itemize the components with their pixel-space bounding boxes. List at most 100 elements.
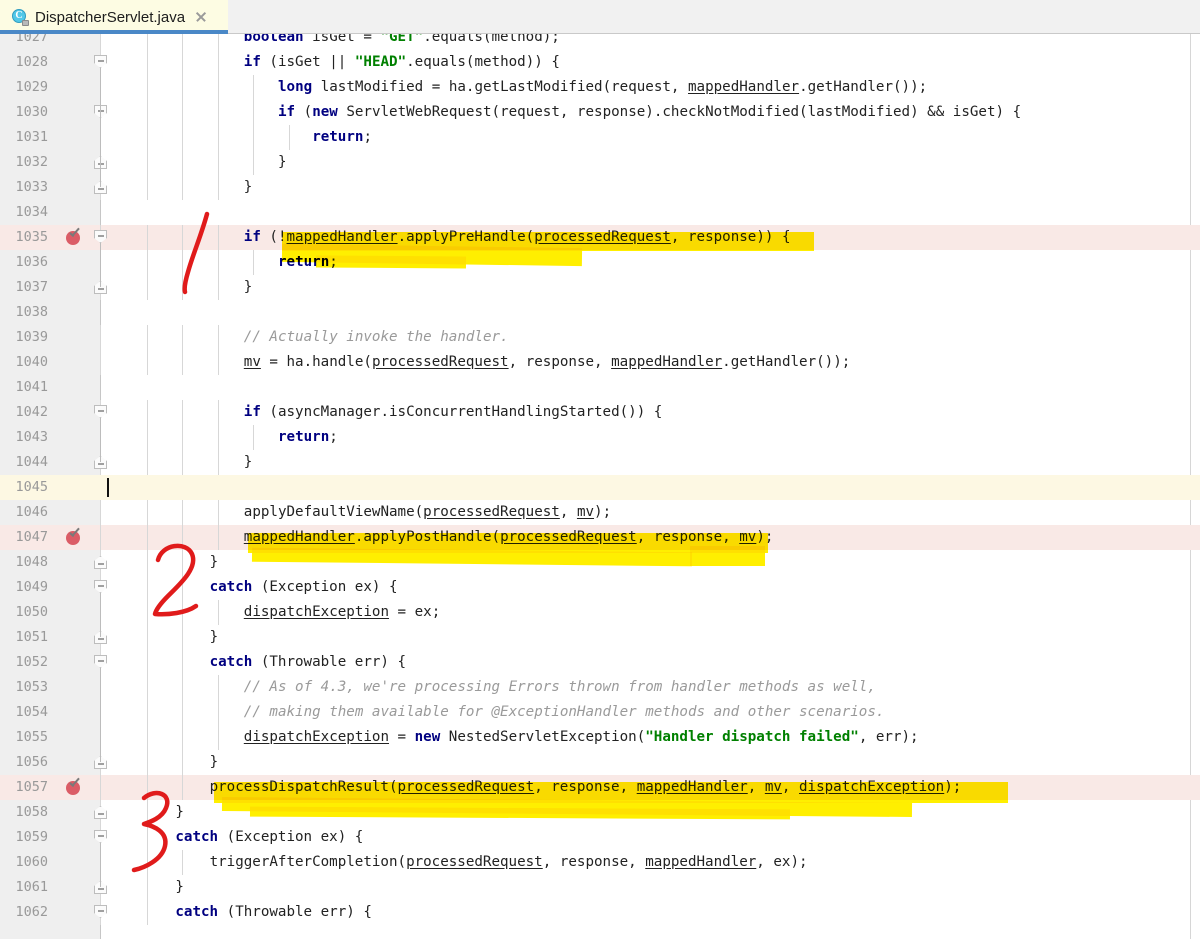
breakpoint-icon[interactable]: [66, 230, 81, 245]
close-icon[interactable]: [194, 10, 208, 24]
breakpoint-icon[interactable]: [66, 530, 81, 545]
indent-guide: [147, 625, 148, 650]
code-line[interactable]: 1028 if (isGet || "HEAD".equals(method)) …: [0, 50, 1200, 75]
code-text[interactable]: catch (Exception ex) {: [210, 575, 398, 600]
code-line[interactable]: 1046 applyDefaultViewName(processedReques…: [0, 500, 1200, 525]
indent-guide: [182, 550, 183, 575]
code-line[interactable]: 1047 mappedHandler.applyPostHandle(proces…: [0, 525, 1200, 550]
code-text[interactable]: if (new ServletWebRequest(request, respo…: [278, 100, 1021, 125]
code-text[interactable]: dispatchException = ex;: [244, 600, 440, 625]
code-token-fld: processedRequest: [371, 354, 509, 370]
code-text[interactable]: mappedHandler.applyPostHandle(processedR…: [244, 525, 774, 550]
code-line[interactable]: 1031 return;: [0, 125, 1200, 150]
code-line[interactable]: 1062 catch (Throwable err) {: [0, 900, 1200, 925]
code-line[interactable]: 1039 // Actually invoke the handler.: [0, 325, 1200, 350]
fold-region-start-icon[interactable]: [94, 655, 107, 669]
code-text[interactable]: catch (Throwable err) {: [210, 650, 406, 675]
fold-region-connector: [100, 418, 101, 462]
tab-dispatcherservlet-java[interactable]: C DispatcherServlet.java: [0, 0, 228, 34]
code-line[interactable]: 1041: [0, 375, 1200, 400]
code-line[interactable]: 1053 // As of 4.3, we're processing Error…: [0, 675, 1200, 700]
line-number: 1042: [15, 404, 48, 420]
code-line[interactable]: 1056}: [0, 750, 1200, 775]
code-text[interactable]: if (asyncManager.isConcurrentHandlingSta…: [244, 400, 663, 425]
code-line[interactable]: 1027 boolean isGet = "GET".equals(method)…: [0, 34, 1200, 50]
code-line[interactable]: 1057 processDispatchResult(processedReque…: [0, 775, 1200, 800]
code-line[interactable]: 1059 catch (Exception ex) {: [0, 825, 1200, 850]
code-text[interactable]: processDispatchResult(processedRequest, …: [210, 775, 962, 800]
indent-guide: [147, 125, 148, 150]
code-token-fld: processedRequest: [397, 779, 535, 795]
code-line[interactable]: 1035 if (!mappedHandler.applyPreHandle(pr…: [0, 225, 1200, 250]
code-text[interactable]: }: [210, 750, 219, 775]
code-line[interactable]: 1054 // making them available for @Except…: [0, 700, 1200, 725]
code-line[interactable]: 1049 catch (Exception ex) {: [0, 575, 1200, 600]
code-editor[interactable]: 1027 boolean isGet = "GET".equals(method)…: [0, 34, 1200, 939]
fold-region-start-icon[interactable]: [94, 55, 107, 69]
code-text[interactable]: triggerAfterCompletion(processedRequest,…: [210, 850, 808, 875]
fold-region-start-icon[interactable]: [94, 230, 107, 244]
fold-region-connector: [100, 593, 101, 637]
code-line[interactable]: 1055 dispatchException = new NestedServle…: [0, 725, 1200, 750]
code-line[interactable]: 1052 catch (Throwable err) {: [0, 650, 1200, 675]
code-token-plain: applyDefaultViewName(: [243, 504, 424, 520]
code-text[interactable]: // making them available for @ExceptionH…: [244, 700, 885, 725]
code-text[interactable]: long lastModified = ha.getLastModified(r…: [278, 75, 927, 100]
line-number: 1030: [15, 104, 48, 120]
fold-region-start-icon[interactable]: [94, 830, 107, 844]
code-line[interactable]: 1030 if (new ServletWebRequest(request, r…: [0, 100, 1200, 125]
code-line[interactable]: 1036 return;: [0, 250, 1200, 275]
code-line[interactable]: 1033}: [0, 175, 1200, 200]
code-line[interactable]: 1040 mv = ha.handle(processedRequest, res…: [0, 350, 1200, 375]
code-text[interactable]: }: [175, 875, 184, 900]
code-token-kw: new: [414, 729, 441, 745]
code-line[interactable]: 1061}: [0, 875, 1200, 900]
code-text[interactable]: boolean isGet = "GET".equals(method);: [244, 34, 560, 50]
code-line[interactable]: 1060 triggerAfterCompletion(processedRequ…: [0, 850, 1200, 875]
code-line[interactable]: 1029 long lastModified = ha.getLastModifi…: [0, 75, 1200, 100]
code-text[interactable]: }: [244, 450, 253, 475]
code-line[interactable]: 1034: [0, 200, 1200, 225]
indent-guide: [253, 100, 254, 125]
line-number: 1046: [15, 504, 48, 520]
code-line[interactable]: 1051}: [0, 625, 1200, 650]
code-text[interactable]: if (isGet || "HEAD".equals(method)) {: [244, 50, 560, 75]
code-line[interactable]: 1048}: [0, 550, 1200, 575]
code-text[interactable]: if (!mappedHandler.applyPreHandle(proces…: [244, 225, 791, 250]
code-text[interactable]: return;: [278, 250, 338, 275]
code-text[interactable]: }: [210, 550, 219, 575]
indent-guide: [218, 725, 219, 750]
fold-region-start-icon[interactable]: [94, 580, 107, 594]
code-line[interactable]: 1050 dispatchException = ex;: [0, 600, 1200, 625]
code-text[interactable]: // Actually invoke the handler.: [244, 325, 509, 350]
fold-region-end-icon[interactable]: [94, 556, 107, 570]
line-number: 1031: [15, 129, 48, 145]
code-text[interactable]: return;: [312, 125, 372, 150]
fold-region-start-icon[interactable]: [94, 405, 107, 419]
code-line[interactable]: 1058}: [0, 800, 1200, 825]
code-text[interactable]: dispatchException = new NestedServletExc…: [244, 725, 919, 750]
code-text[interactable]: catch (Exception ex) {: [175, 825, 363, 850]
code-line[interactable]: 1032}: [0, 150, 1200, 175]
code-text[interactable]: }: [210, 625, 219, 650]
code-text[interactable]: }: [244, 275, 253, 300]
code-text[interactable]: // As of 4.3, we're processing Errors th…: [244, 675, 876, 700]
code-line[interactable]: 1045: [0, 475, 1200, 500]
fold-region-start-icon[interactable]: [94, 905, 107, 919]
code-line[interactable]: 1043 return;: [0, 425, 1200, 450]
code-token-kw: new: [312, 104, 338, 120]
code-line[interactable]: 1042 if (asyncManager.isConcurrentHandlin…: [0, 400, 1200, 425]
code-text[interactable]: }: [175, 800, 184, 825]
code-line[interactable]: 1038: [0, 300, 1200, 325]
code-text[interactable]: applyDefaultViewName(processedRequest, m…: [244, 500, 611, 525]
code-text[interactable]: }: [278, 150, 287, 175]
fold-region-end-icon[interactable]: [94, 806, 107, 820]
breakpoint-icon[interactable]: [66, 780, 81, 795]
code-token-kw: catch: [175, 829, 219, 845]
code-text[interactable]: }: [244, 175, 253, 200]
code-line[interactable]: 1044}: [0, 450, 1200, 475]
code-line[interactable]: 1037}: [0, 275, 1200, 300]
code-text[interactable]: return;: [278, 425, 338, 450]
code-text[interactable]: catch (Throwable err) {: [175, 900, 371, 925]
code-text[interactable]: mv = ha.handle(processedRequest, respons…: [244, 350, 850, 375]
